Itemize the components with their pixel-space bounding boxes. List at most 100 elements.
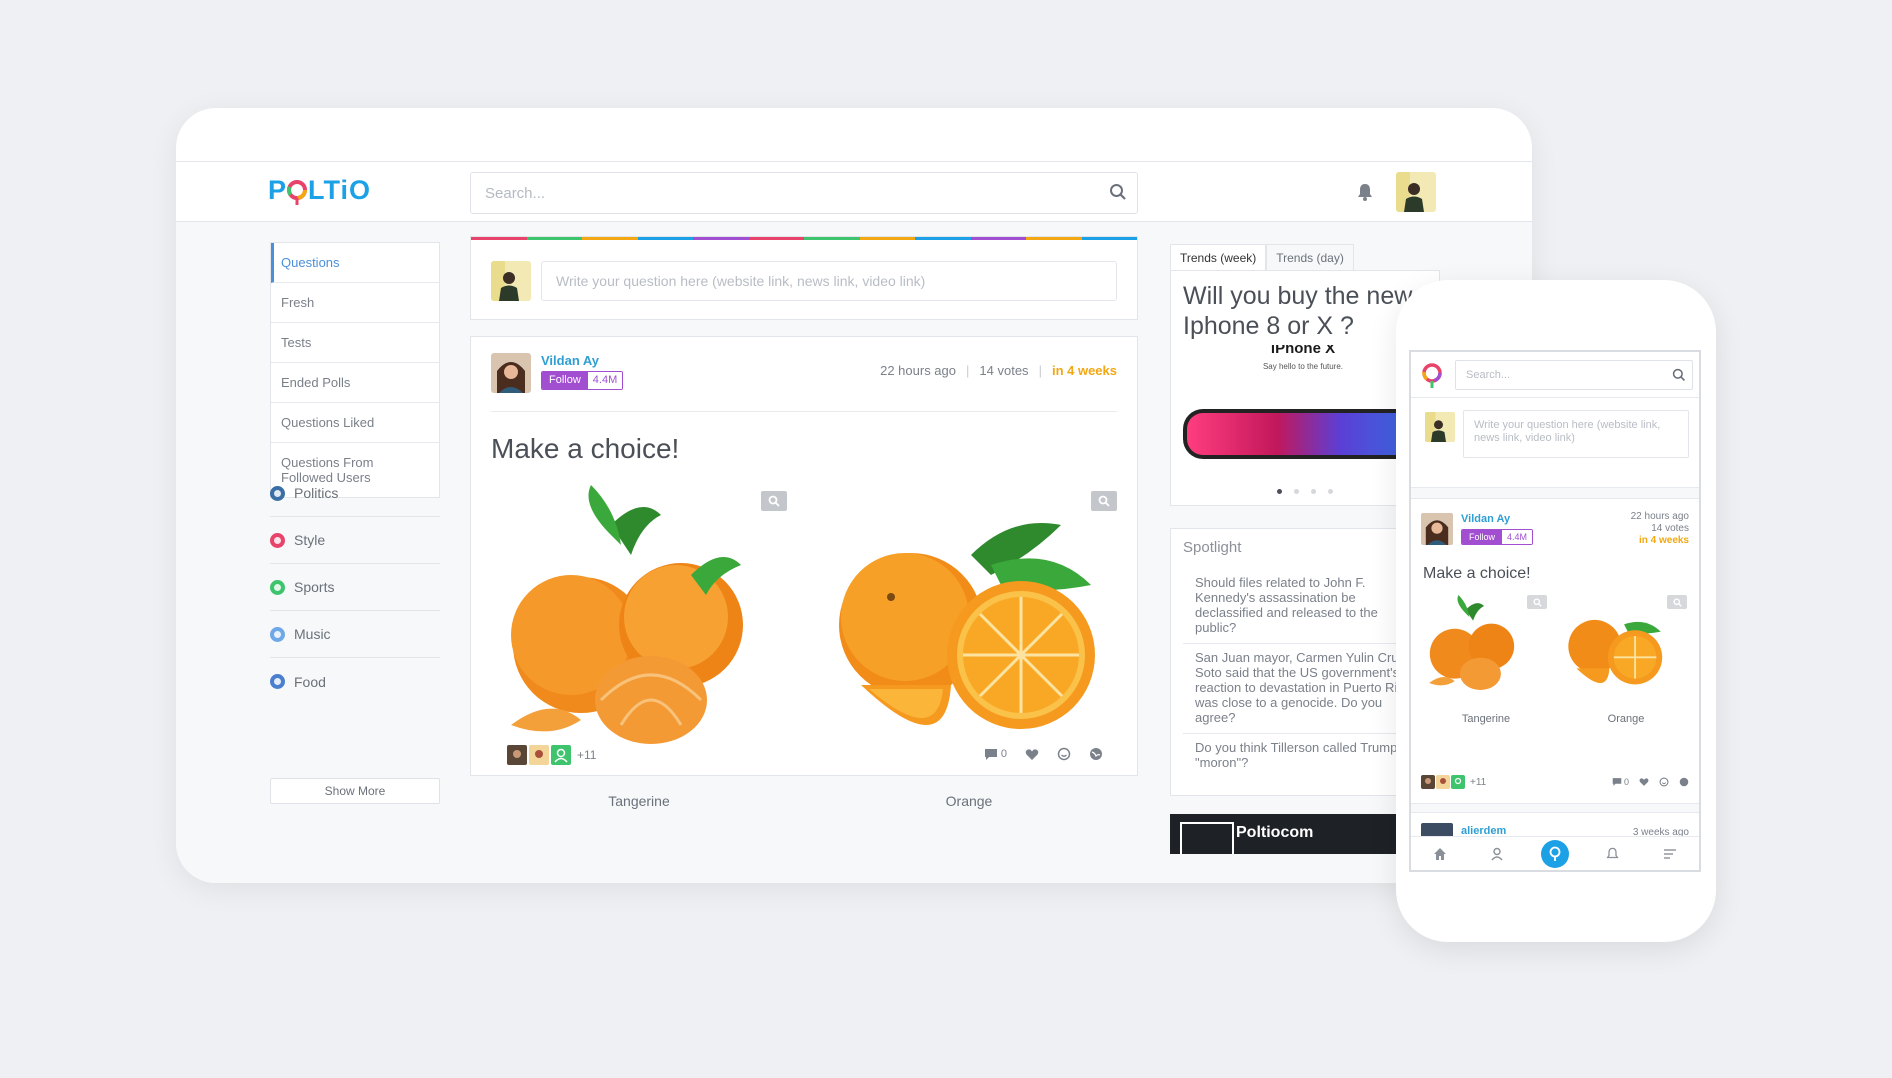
menu-tab[interactable] <box>1656 840 1684 868</box>
mobile-search-input[interactable] <box>1456 361 1656 389</box>
author-avatar[interactable] <box>1421 513 1453 545</box>
mobile-header <box>1411 352 1699 398</box>
rainbow-segment <box>748 237 804 240</box>
tab-trends-week[interactable]: Trends (week) <box>1170 244 1267 272</box>
question-input[interactable] <box>541 261 1117 301</box>
search-icon[interactable] <box>1672 368 1686 387</box>
carousel-dot[interactable] <box>1277 489 1282 494</box>
carousel-dots <box>1277 489 1333 494</box>
poltio-logo-icon[interactable] <box>1421 362 1443 395</box>
carousel-dot[interactable] <box>1328 489 1333 494</box>
follow-button[interactable]: Follow 4.4M <box>541 371 624 390</box>
category-music[interactable]: Music <box>270 611 440 658</box>
rainbow-segment <box>804 237 860 240</box>
mobile-poll-card: Vildan Ay Follow 4.4M 22 hours ago 14 vo… <box>1411 498 1699 804</box>
follow-button[interactable]: Follow 4.4M <box>1461 529 1534 545</box>
category-politics[interactable]: Politics <box>270 470 440 517</box>
voter-avatar <box>507 745 527 765</box>
category-style[interactable]: Style <box>270 517 440 564</box>
share-button[interactable] <box>1679 777 1689 787</box>
choice-label: Orange <box>1607 713 1645 725</box>
voter-avatars[interactable]: +11 <box>1421 775 1486 789</box>
author-name[interactable]: Vildan Ay <box>541 353 599 368</box>
more-voters-count: +11 <box>577 748 597 762</box>
choice-label: Orange <box>945 793 993 809</box>
browser-top-bar <box>176 108 1532 162</box>
home-tab[interactable] <box>1426 840 1454 868</box>
user-icon <box>1491 847 1503 860</box>
choice-tangerine[interactable]: Tangerine <box>1421 595 1551 725</box>
like-button[interactable] <box>1639 777 1649 787</box>
nav-item-fresh[interactable]: Fresh <box>271 283 439 323</box>
category-food[interactable]: Food <box>270 658 440 705</box>
nav-item-questions-liked[interactable]: Questions Liked <box>271 403 439 443</box>
smiley-icon <box>1057 747 1071 761</box>
nav-item-label: Tests <box>281 335 312 350</box>
nav-item-questions[interactable]: Questions <box>271 243 439 283</box>
voter-avatars[interactable]: +11 <box>507 745 596 765</box>
carousel-dot[interactable] <box>1311 489 1316 494</box>
nav-item-tests[interactable]: Tests <box>271 323 439 363</box>
zoom-icon[interactable] <box>1667 595 1687 609</box>
orange-image <box>839 523 1095 729</box>
comment-icon <box>984 748 997 760</box>
poltio-logo-mark: P LTiO <box>268 175 371 205</box>
category-list: Politics Style Sports Music Food <box>270 470 440 705</box>
rainbow-segment <box>1081 237 1137 240</box>
video-title: Poltiocom <box>1236 824 1314 841</box>
follower-count: 4.4M <box>587 372 623 389</box>
notification-bell-icon[interactable] <box>1356 182 1374 207</box>
poll-meta: 22 hours ago | 14 votes | in 4 weeks <box>880 363 1117 378</box>
politics-icon <box>270 485 285 501</box>
choice-orange[interactable]: Orange <box>1561 595 1691 725</box>
show-more-button[interactable]: Show More <box>270 778 440 804</box>
poll-question: Make a choice! <box>1423 565 1531 582</box>
like-button[interactable] <box>1025 748 1039 761</box>
poltio-logo[interactable]: P LTiO <box>268 172 388 212</box>
svg-text:LTiO: LTiO <box>308 175 371 205</box>
app-header: P LTiO <box>176 162 1532 222</box>
zoom-icon[interactable] <box>1091 491 1117 511</box>
profile-tab[interactable] <box>1483 840 1511 868</box>
notifications-tab[interactable] <box>1599 840 1627 868</box>
composer-avatar <box>491 261 531 301</box>
orange-image <box>1568 619 1663 685</box>
rainbow-segment <box>471 237 527 240</box>
follow-label: Follow <box>542 372 588 389</box>
voter-avatar <box>1436 775 1450 789</box>
zoom-icon[interactable] <box>1527 595 1547 609</box>
carousel-dot[interactable] <box>1294 489 1299 494</box>
zoom-icon[interactable] <box>761 491 787 511</box>
author-name[interactable]: Vildan Ay <box>1461 513 1510 525</box>
sports-icon <box>270 579 285 595</box>
meta-separator: | <box>1038 363 1042 378</box>
search-icon[interactable] <box>1109 183 1127 206</box>
search-input[interactable] <box>471 173 1071 213</box>
ask-tab[interactable] <box>1540 839 1569 868</box>
comment-button[interactable]: 0 <box>984 748 1007 761</box>
choice-label: Tangerine <box>608 793 670 809</box>
author-avatar[interactable] <box>491 353 531 393</box>
globe-icon <box>1090 748 1102 760</box>
nav-item-ended-polls[interactable]: Ended Polls <box>271 363 439 403</box>
desktop-browser-frame: P LTiO Questions Fresh Tests <box>176 108 1532 883</box>
share-button[interactable] <box>1089 747 1103 761</box>
post-time: 22 hours ago <box>1630 511 1689 522</box>
comment-button[interactable]: 0 <box>1612 777 1629 787</box>
poll-question: Make a choice! <box>491 433 680 464</box>
mobile-question-input[interactable] <box>1463 410 1689 458</box>
voter-avatar <box>1451 775 1465 789</box>
choice-label: Tangerine <box>1461 713 1511 725</box>
emoji-button[interactable] <box>1057 747 1071 761</box>
comment-count: 0 <box>1623 777 1629 787</box>
rainbow-divider <box>471 237 1137 240</box>
category-label: Music <box>294 626 331 642</box>
emoji-button[interactable] <box>1659 777 1669 787</box>
category-sports[interactable]: Sports <box>270 564 440 611</box>
nav-item-label: Ended Polls <box>281 375 351 390</box>
category-label: Style <box>294 532 326 548</box>
smiley-icon <box>1659 777 1669 787</box>
user-avatar[interactable] <box>1396 172 1436 212</box>
divider <box>491 411 1117 412</box>
tab-trends-day[interactable]: Trends (day) <box>1266 244 1354 272</box>
